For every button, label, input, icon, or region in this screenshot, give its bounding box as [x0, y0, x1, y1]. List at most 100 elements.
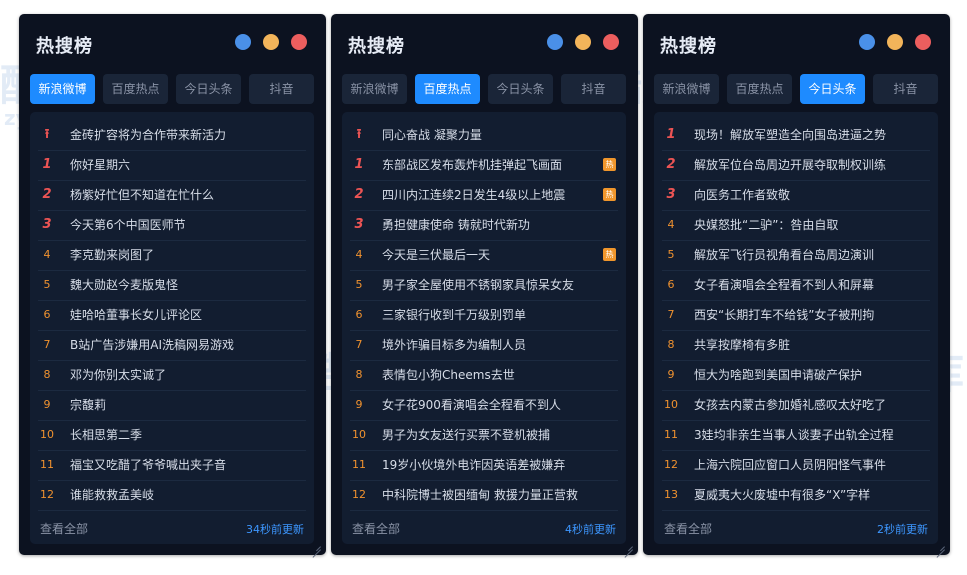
rank-badge: 10 — [662, 390, 680, 420]
rank-number: 9 — [667, 368, 675, 381]
list-item[interactable]: 8 表情包小狗Cheems去世 — [350, 360, 618, 391]
list-item[interactable]: 10 男子为女友送行买票不登机被捕 — [350, 420, 618, 451]
list-item[interactable]: 4 今天是三伏最后一天 热 — [350, 240, 618, 271]
rank-number: 9 — [355, 398, 363, 411]
list-item[interactable]: 7 境外诈骗目标多为编制人员 — [350, 330, 618, 361]
rank-badge: 2 — [662, 150, 680, 180]
tab-source[interactable]: 抖音 — [561, 74, 626, 104]
tab-source[interactable]: 抖音 — [249, 74, 314, 104]
tab-source[interactable]: 百度热点 — [415, 74, 480, 104]
tab-source[interactable]: 今日头条 — [176, 74, 241, 104]
rank-number: 3 — [666, 187, 676, 202]
item-title: 你好星期六 — [70, 158, 131, 172]
list-item[interactable]: 7 B站广告涉嫌用AI洗稿网易游戏 — [38, 330, 306, 361]
list-item[interactable]: 11 福宝又吃醋了爷爷喊出夹子音 — [38, 450, 306, 481]
tab-source[interactable]: 今日头条 — [488, 74, 553, 104]
list-item[interactable]: 2 杨紫好忙但不知道在忙什么 — [38, 180, 306, 211]
rank-number: 10 — [664, 398, 678, 411]
view-all-link[interactable]: 查看全部 — [352, 520, 400, 537]
list-item[interactable]: 6 女子看演唱会全程看不到人和屏幕 — [662, 270, 930, 301]
list-item[interactable]: 9 恒大为啥跑到美国申请破产保护 — [662, 360, 930, 391]
list-item[interactable]: 2 解放军位台岛周边开展夺取制权训练 — [662, 150, 930, 181]
red-dot-icon[interactable] — [603, 34, 619, 50]
list-item[interactable]: ⭱ 金砖扩容将为合作带来新活力 — [38, 120, 306, 151]
red-dot-icon[interactable] — [915, 34, 931, 50]
rank-number: 8 — [43, 368, 51, 381]
tab-source[interactable]: 百度热点 — [103, 74, 168, 104]
list-item[interactable]: 10 长相思第二季 — [38, 420, 306, 451]
rank-number: 5 — [43, 278, 51, 291]
yellow-dot-icon[interactable] — [887, 34, 903, 50]
list-item[interactable]: 10 女孩去内蒙古参加婚礼感叹太好吃了 — [662, 390, 930, 421]
resize-grip-icon[interactable] — [312, 541, 321, 550]
rank-number: 7 — [43, 338, 51, 351]
rank-badge: 3 — [662, 180, 680, 210]
rank-badge: 4 — [662, 210, 680, 240]
list-item[interactable]: 8 邓为你别太实诚了 — [38, 360, 306, 391]
list-item[interactable]: 13 夏威夷大火废墟中有很多“X”字样 — [662, 480, 930, 511]
yellow-dot-icon[interactable] — [263, 34, 279, 50]
list-item[interactable]: 11 19岁小伙境外电诈因英语差被嫌弃 — [350, 450, 618, 481]
list-item[interactable]: 4 央媒怒批“二驴”：咎由自取 — [662, 210, 930, 241]
list-item[interactable]: 9 女子花900看演唱会全程看不到人 — [350, 390, 618, 421]
tab-source[interactable]: 百度热点 — [727, 74, 792, 104]
list-item[interactable]: 12 上海六院回应窗口人员阴阳怪气事件 — [662, 450, 930, 481]
list-item[interactable]: 4 李克勤来岗图了 — [38, 240, 306, 271]
list-item[interactable]: 1 现场！解放军塑造全向围岛进逼之势 — [662, 120, 930, 151]
rank-number: 4 — [43, 248, 51, 261]
tab-source[interactable]: 今日头条 — [800, 74, 865, 104]
list-item[interactable]: 6 三家银行收到千万级别罚单 — [350, 300, 618, 331]
red-dot-icon[interactable] — [291, 34, 307, 50]
list-item[interactable]: 11 3娃均非亲生当事人谈妻子出轨全过程 — [662, 420, 930, 451]
list-item[interactable]: 12 谁能救救孟美岐 — [38, 480, 306, 511]
rank-number: 6 — [667, 278, 675, 291]
list-item[interactable]: 9 宗馥莉 — [38, 390, 306, 421]
list-item[interactable]: 7 西安“长期打车不给钱”女子被刑拘 — [662, 300, 930, 331]
item-title: 东部战区发布轰炸机挂弹起飞画面 — [382, 158, 563, 172]
rank-number: 11 — [40, 458, 54, 471]
list-item[interactable]: 3 勇担健康使命 铸就时代新功 — [350, 210, 618, 241]
list-item[interactable]: 8 共享按摩椅有多脏 — [662, 330, 930, 361]
blue-dot-icon[interactable] — [547, 34, 563, 50]
tab-source[interactable]: 新浪微博 — [654, 74, 719, 104]
list-item[interactable]: 2 四川内江连续2日发生4级以上地震 热 — [350, 180, 618, 211]
item-title: 央媒怒批“二驴”：咎由自取 — [694, 218, 839, 232]
item-title: B站广告涉嫌用AI洗稿网易游戏 — [70, 338, 234, 352]
rank-number: 10 — [352, 428, 366, 441]
item-title: 谁能救救孟美岐 — [70, 488, 155, 502]
view-all-link[interactable]: 查看全部 — [664, 520, 712, 537]
update-time: 34秒前更新 — [246, 523, 304, 536]
rank-badge: 2 — [38, 180, 56, 210]
list-item[interactable]: 12 中科院博士被困缅甸 救援力量正营救 — [350, 480, 618, 511]
list-item[interactable]: 3 今天第6个中国医师节 — [38, 210, 306, 241]
widget-title: 热搜榜 — [348, 36, 405, 57]
list-item[interactable]: 5 男子家全屋使用不锈钢家具惊呆女友 — [350, 270, 618, 301]
yellow-dot-icon[interactable] — [575, 34, 591, 50]
rank-number: 8 — [355, 368, 363, 381]
rank-number: 12 — [664, 458, 678, 471]
list-item[interactable]: 6 娃哈哈董事长女儿评论区 — [38, 300, 306, 331]
view-all-link[interactable]: 查看全部 — [40, 520, 88, 537]
resize-grip-icon[interactable] — [936, 541, 945, 550]
list-item[interactable]: 1 东部战区发布轰炸机挂弹起飞画面 热 — [350, 150, 618, 181]
resize-grip-icon[interactable] — [624, 541, 633, 550]
list-item[interactable]: 3 向医务工作者致敬 — [662, 180, 930, 211]
rank-number: 4 — [355, 248, 363, 261]
list-item[interactable]: 5 解放军飞行员视角看台岛周边演训 — [662, 240, 930, 271]
item-title: 境外诈骗目标多为编制人员 — [382, 338, 527, 352]
blue-dot-icon[interactable] — [859, 34, 875, 50]
item-title: 共享按摩椅有多脏 — [694, 338, 791, 352]
rank-badge: ⭱ — [38, 120, 56, 150]
pin-up-arrow-icon: ⭱ — [44, 127, 50, 142]
list-item[interactable]: 1 你好星期六 — [38, 150, 306, 181]
widget-title: 热搜榜 — [36, 36, 93, 57]
tab-source[interactable]: 新浪微博 — [30, 74, 95, 104]
list-item[interactable]: ⭱ 同心奋战 凝聚力量 — [350, 120, 618, 151]
item-title: 今天是三伏最后一天 — [382, 248, 491, 262]
tab-source[interactable]: 抖音 — [873, 74, 938, 104]
tab-source[interactable]: 新浪微博 — [342, 74, 407, 104]
list-item[interactable]: 5 魏大勋赵今麦版鬼怪 — [38, 270, 306, 301]
item-title: 邓为你别太实诚了 — [70, 368, 167, 382]
blue-dot-icon[interactable] — [235, 34, 251, 50]
rank-number: 7 — [667, 308, 675, 321]
